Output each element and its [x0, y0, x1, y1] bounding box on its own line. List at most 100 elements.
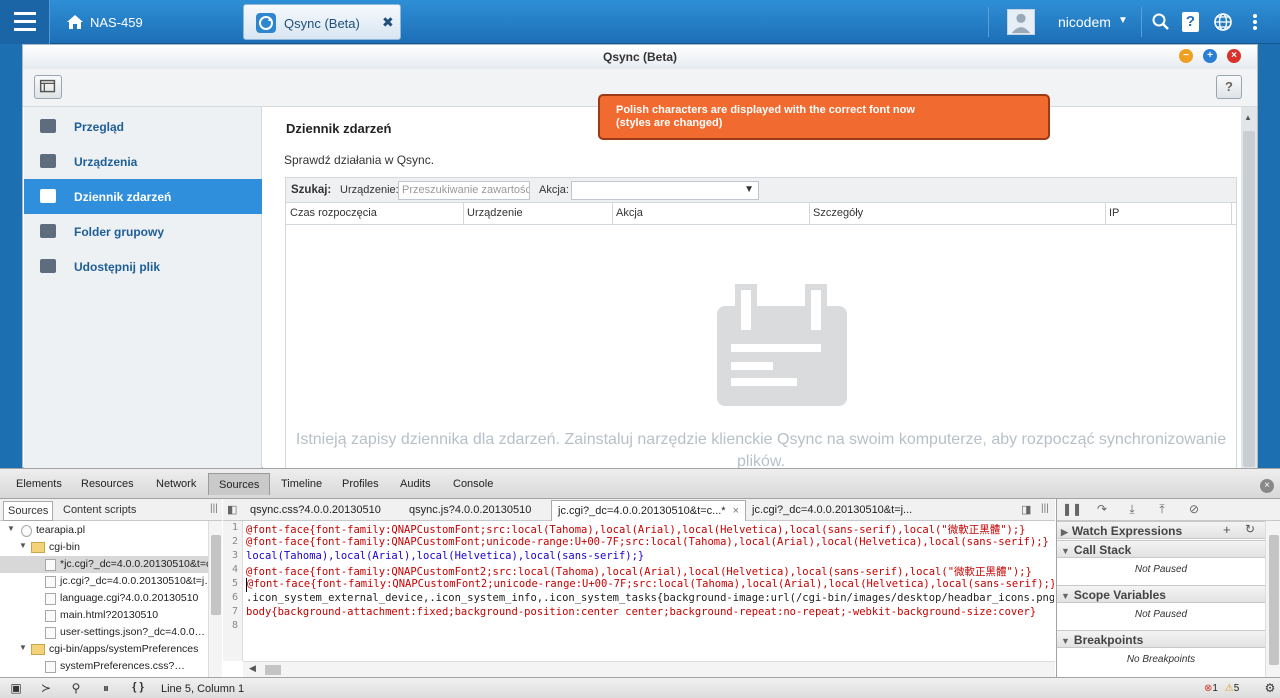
deactivate-breakpoints-icon[interactable]: ⊘	[1183, 502, 1205, 518]
dock-icon[interactable]: ▣	[6, 681, 26, 697]
device-search-input[interactable]: Przeszukiwanie zawartości	[398, 181, 530, 200]
tree-item[interactable]: language.cgi?4.0.0.20130510	[0, 590, 208, 607]
column-header[interactable]: Czas rozpoczęcia	[290, 207, 377, 219]
tree-item[interactable]: jc.cgi?_dc=4.0.0.20130510&t=j…	[0, 573, 208, 590]
tree-item[interactable]: main.html?20130510	[0, 607, 208, 624]
tab-timeline[interactable]: Timeline	[281, 478, 322, 490]
close-devtools-icon[interactable]: ×	[1260, 479, 1274, 493]
help-icon[interactable]: ?	[1182, 12, 1199, 32]
toggle-navigator-icon[interactable]: ◧	[227, 503, 237, 516]
username[interactable]: nicodem	[1058, 14, 1111, 30]
search-icon[interactable]	[1151, 12, 1171, 32]
scroll-left-icon[interactable]: ◀	[249, 663, 256, 674]
call-stack-status: Not Paused	[1134, 564, 1188, 575]
minimize-icon[interactable]: −	[1179, 49, 1193, 63]
tab-profiles[interactable]: Profiles	[342, 478, 379, 490]
scroll-up-icon[interactable]: ▲	[1244, 113, 1252, 122]
layout-toggle-button[interactable]	[34, 75, 62, 99]
navigator-scrollbar[interactable]	[208, 521, 222, 677]
grip-icon[interactable]: |||	[210, 503, 218, 514]
sidebar-item-share-file[interactable]: Udostępnij plik	[24, 249, 262, 284]
close-icon[interactable]: ×	[733, 505, 739, 517]
code-line[interactable]	[246, 620, 1054, 634]
debugger-scrollbar[interactable]	[1265, 521, 1280, 677]
chevron-down-icon[interactable]: ▼	[1118, 15, 1128, 26]
tree-item[interactable]: user-settings.json?_dc=4.0.0…	[0, 624, 208, 641]
tab-content-scripts[interactable]: Content scripts	[59, 503, 140, 517]
tab-console[interactable]: Console	[453, 478, 493, 490]
step-into-icon[interactable]: ⤓	[1121, 502, 1143, 518]
device-icon	[40, 154, 56, 168]
qsync-icon	[256, 13, 276, 33]
empty-state-text: Istnieją zapisy dziennika dla zdarzeń. Z…	[295, 431, 1227, 470]
close-tab-icon[interactable]: ✖	[382, 14, 394, 31]
editor-tab[interactable]: qsync.css?4.0.0.20130510	[250, 504, 381, 516]
scope-variables-section[interactable]: ▼ Scope Variables	[1057, 585, 1265, 603]
watch-expressions-section[interactable]: ▶ Watch Expressions	[1057, 521, 1265, 539]
code-line[interactable]: .icon_system_external_device,.icon_syste…	[246, 592, 1054, 606]
sidebar-item-event-log[interactable]: Dziennik zdarzeń	[24, 179, 262, 214]
editor-tab[interactable]: qsync.js?4.0.0.20130510	[409, 504, 531, 516]
editor-hscrollbar[interactable]: ◀	[243, 661, 1055, 677]
code-line-cursor[interactable]: @font-face{font-family:QNAPCustomFont2;u…	[246, 578, 1054, 592]
editor-tab-active[interactable]: jc.cgi?_dc=4.0.0.20130510&t=c...* ×	[551, 500, 747, 521]
step-over-icon[interactable]: ↷	[1091, 502, 1113, 518]
calendar-icon	[40, 189, 56, 203]
action-select[interactable]: ▼	[571, 181, 759, 200]
qsync-app-tab[interactable]: Qsync (Beta) ✖	[243, 4, 401, 40]
sidebar-item-devices[interactable]: Urządzenia	[24, 144, 262, 179]
column-header[interactable]: Szczegóły	[813, 207, 863, 219]
tab-sources[interactable]: Sources	[208, 473, 271, 495]
refresh-icon[interactable]: ↻	[1245, 522, 1255, 536]
breakpoints-section[interactable]: ▼ Breakpoints	[1057, 630, 1265, 648]
settings-icon[interactable]: ⚙	[1260, 681, 1280, 697]
tree-item[interactable]: ▼ tearapia.pl	[0, 522, 208, 539]
step-out-icon[interactable]: ⤒	[1151, 502, 1173, 518]
more-icon[interactable]	[1245, 12, 1265, 32]
tab-elements[interactable]: Elements	[16, 478, 62, 490]
main-menu-button[interactable]	[0, 0, 50, 44]
tree-item[interactable]: ▼ cgi-bin/apps/systemPreferences	[0, 641, 208, 658]
content-scrollbar[interactable]: ▲	[1241, 107, 1257, 468]
close-window-icon[interactable]: ×	[1227, 49, 1241, 63]
pause-icon[interactable]: ❚❚	[1061, 502, 1083, 518]
avatar[interactable]	[1007, 9, 1035, 35]
tab-audits[interactable]: Audits	[400, 478, 431, 490]
sidebar-item-team-folder[interactable]: Folder grupowy	[24, 214, 262, 249]
chevron-down-icon[interactable]: ▼	[744, 184, 754, 195]
code-line[interactable]: @font-face{font-family:QNAPCustomFont;sr…	[246, 522, 1054, 536]
call-stack-section[interactable]: ▼ Call Stack	[1057, 540, 1265, 558]
nas-home-tab[interactable]: NAS-459	[54, 5, 240, 39]
maximize-icon[interactable]: +	[1203, 49, 1217, 63]
column-header[interactable]: Urządzenie	[467, 207, 523, 219]
column-header[interactable]: Akcja	[616, 207, 643, 219]
toggle-debugger-icon[interactable]: ◨	[1021, 503, 1031, 516]
warning-icon: ⚠	[1224, 683, 1234, 694]
error-warning-counter[interactable]: ⊗1 ⚠5	[1204, 683, 1239, 694]
code-line[interactable]: @font-face{font-family:QNAPCustomFont;un…	[246, 536, 1054, 550]
tab-resources[interactable]: Resources	[81, 478, 134, 490]
editor-tab[interactable]: jc.cgi?_dc=4.0.0.20130510&t=j...	[752, 504, 912, 516]
tab-network[interactable]: Network	[156, 478, 196, 490]
pretty-print-icon[interactable]: { }	[128, 681, 148, 697]
tab-sources-nav[interactable]: Sources	[3, 501, 54, 521]
help-button[interactable]: ?	[1216, 75, 1242, 99]
globe-icon[interactable]	[1213, 12, 1233, 32]
code-line[interactable]: @font-face{font-family:QNAPCustomFont2;s…	[246, 564, 1054, 578]
sidebar-item-overview[interactable]: Przegląd	[24, 109, 262, 144]
grip-icon[interactable]: |||	[1041, 503, 1049, 514]
tree-item[interactable]: ▼ cgi-bin	[0, 539, 208, 556]
top-bar: NAS-459 Qsync (Beta) ✖ nicodem ▼ ?	[0, 0, 1280, 44]
console-toggle-icon[interactable]: ≻	[36, 681, 56, 697]
sidebar-item-label: Przegląd	[74, 120, 125, 134]
tree-item[interactable]: *jc.cgi?_dc=4.0.0.20130510&t=c…	[0, 556, 208, 573]
tree-item[interactable]: systemPreferences.css?…	[0, 658, 208, 674]
code-line[interactable]: body{background-attachment:fixed;backgro…	[246, 606, 1054, 620]
code-line[interactable]: local(Tahoma),local(Arial),local(Helveti…	[246, 550, 1054, 564]
window-title: Qsync (Beta)	[23, 45, 1257, 69]
column-header[interactable]: IP	[1109, 207, 1119, 219]
search-icon[interactable]: ⚲	[66, 681, 86, 697]
breakpoints-status: No Breakpoints	[1126, 654, 1196, 665]
pause-exceptions-icon[interactable]: ⏸	[96, 681, 116, 697]
add-icon[interactable]: +	[1223, 522, 1231, 537]
